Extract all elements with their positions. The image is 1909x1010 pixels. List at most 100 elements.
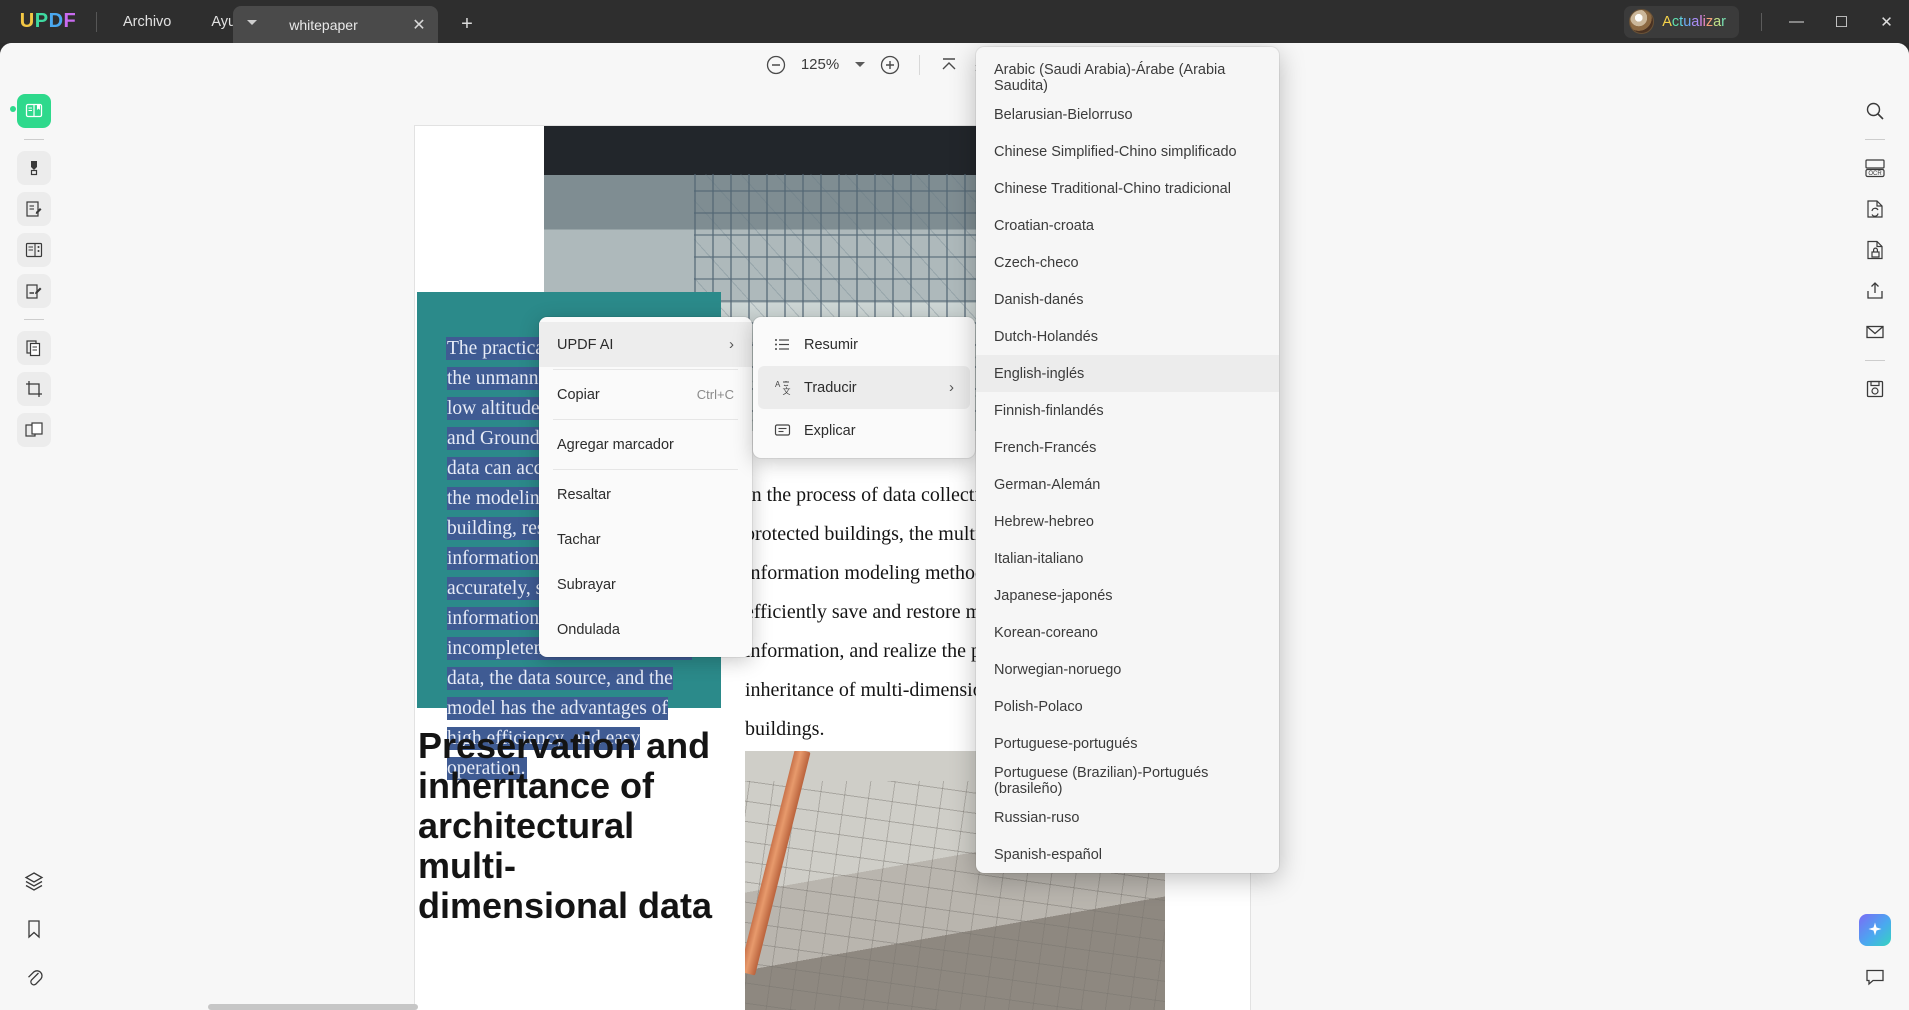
update-label: Actualizar — [1662, 13, 1726, 30]
language-dropdown[interactable]: Arabic (Saudi Arabia)-Árabe (Arabia Saud… — [976, 47, 1279, 873]
horizontal-scrollbar[interactable] — [208, 1004, 418, 1010]
tool-ocr[interactable]: OCR — [1858, 151, 1892, 185]
zoom-out-button[interactable] — [759, 48, 793, 82]
language-item[interactable]: Czech-checo — [976, 244, 1279, 281]
ai-explicar-label: Explicar — [804, 422, 856, 439]
toolbar-divider — [919, 54, 920, 75]
language-item[interactable]: Finnish-finlandés — [976, 392, 1279, 429]
tab-caret-icon[interactable] — [247, 20, 257, 25]
language-item[interactable]: Dutch-Holandés — [976, 318, 1279, 355]
language-item[interactable]: Hebrew-hebreo — [976, 503, 1279, 540]
title-bar: UPDF Archivo Ayuda whitepaper ✕ + Actual… — [0, 0, 1909, 43]
new-tab-button[interactable]: + — [452, 9, 482, 39]
ctx-tachar[interactable]: Tachar — [539, 517, 752, 562]
ctx-tachar-label: Tachar — [557, 531, 601, 548]
tool-search[interactable] — [1858, 94, 1892, 128]
sidebar-bookmarks[interactable] — [17, 912, 51, 946]
window-close-button[interactable]: ✕ — [1864, 0, 1909, 43]
document-tab[interactable]: whitepaper ✕ — [233, 6, 438, 43]
viewer-toolbar: 125% 2 / 8 — [0, 43, 1909, 86]
updf-logo: UPDF — [0, 0, 96, 43]
ctx-updf-ai-label: UPDF AI — [557, 336, 614, 353]
tab-close-icon[interactable]: ✕ — [406, 12, 432, 38]
language-item[interactable]: Danish-danés — [976, 281, 1279, 318]
sidebar-crop[interactable] — [17, 372, 51, 406]
list-lines-icon — [774, 336, 791, 353]
first-page-button[interactable] — [932, 48, 966, 82]
tool-comment[interactable] — [1858, 960, 1892, 994]
ctx-subrayar[interactable]: Subrayar — [539, 562, 752, 607]
logo-letter-f: F — [63, 10, 77, 32]
sidebar-compare[interactable] — [17, 413, 51, 447]
ai-traducir[interactable]: A文 Traducir › — [758, 366, 970, 409]
ctx-agregar-marcador-label: Agregar marcador — [557, 436, 674, 453]
language-item[interactable]: Spanish-español — [976, 836, 1279, 873]
language-item[interactable]: Polish-Polaco — [976, 688, 1279, 725]
zoom-in-button[interactable] — [873, 48, 907, 82]
tool-convert[interactable] — [1858, 192, 1892, 226]
language-item[interactable]: English-inglés — [976, 355, 1279, 392]
context-menu: UPDF AI › Copiar Ctrl+C Agregar marcador… — [539, 317, 752, 657]
right-rail-divider-2 — [1865, 360, 1885, 361]
language-item[interactable]: Portuguese-portugués — [976, 725, 1279, 762]
ai-traducir-label: Traducir — [804, 379, 857, 396]
language-item[interactable]: Italian-italiano — [976, 540, 1279, 577]
ctx-agregar-marcador[interactable]: Agregar marcador — [539, 422, 752, 467]
right-rail-divider — [1865, 139, 1885, 140]
window-divider — [1761, 12, 1762, 31]
ctx-ondulada-label: Ondulada — [557, 621, 620, 638]
sidebar-edit-pdf[interactable] — [17, 274, 51, 308]
avatar — [1629, 9, 1655, 34]
tool-protect[interactable] — [1858, 233, 1892, 267]
sidebar-organize-pages[interactable] — [17, 331, 51, 365]
menu-archivo[interactable]: Archivo — [103, 0, 191, 43]
chevron-right-icon: › — [729, 336, 734, 353]
ctx-copiar-shortcut: Ctrl+C — [696, 387, 734, 402]
ai-explicar[interactable]: Explicar — [758, 409, 970, 452]
zoom-dropdown-icon[interactable] — [847, 52, 873, 78]
language-item[interactable]: Belarusian-Bielorruso — [976, 96, 1279, 133]
sidebar-reader-mode[interactable] — [17, 94, 51, 128]
zoom-level[interactable]: 125% — [793, 56, 847, 73]
ctx-copiar-label: Copiar — [557, 386, 600, 403]
language-item[interactable]: Portuguese (Brazilian)-Portugués (brasil… — [976, 762, 1279, 799]
ctx-subrayar-label: Subrayar — [557, 576, 616, 593]
window-maximize-button[interactable]: ☐ — [1819, 0, 1864, 43]
language-item[interactable]: Russian-ruso — [976, 799, 1279, 836]
ctx-resaltar[interactable]: Resaltar — [539, 472, 752, 517]
tool-email[interactable] — [1858, 315, 1892, 349]
language-item[interactable]: Arabic (Saudi Arabia)-Árabe (Arabia Saud… — [976, 59, 1279, 96]
sidebar-annotate[interactable] — [17, 192, 51, 226]
language-item[interactable]: Croatian-croata — [976, 207, 1279, 244]
language-item[interactable]: Japanese-japonés — [976, 577, 1279, 614]
ctx-divider-2 — [553, 419, 738, 420]
language-item[interactable]: German-Alemán — [976, 466, 1279, 503]
translate-icon: A文 — [774, 379, 791, 396]
ai-resumir[interactable]: Resumir — [758, 323, 970, 366]
tab-title: whitepaper — [289, 16, 358, 33]
tool-share[interactable] — [1858, 274, 1892, 308]
sidebar-highlighter[interactable] — [17, 151, 51, 185]
language-item[interactable]: Chinese Simplified-Chino simplificado — [976, 133, 1279, 170]
document-viewport[interactable]: The practical results show that: the unm… — [68, 86, 1841, 1010]
titlebar-divider — [96, 11, 97, 32]
ctx-updf-ai[interactable]: UPDF AI › — [539, 322, 752, 367]
sidebar-page-edit[interactable] — [17, 233, 51, 267]
language-item[interactable]: Norwegian-noruego — [976, 651, 1279, 688]
tool-save-as[interactable] — [1858, 372, 1892, 406]
language-item[interactable]: Korean-coreano — [976, 614, 1279, 651]
sidebar-layers[interactable] — [17, 864, 51, 898]
window-minimize-button[interactable]: — — [1774, 0, 1819, 43]
svg-text:文: 文 — [783, 386, 791, 396]
chevron-right-icon: › — [949, 379, 954, 396]
language-item[interactable]: Chinese Traditional-Chino tradicional — [976, 170, 1279, 207]
sidebar-attachments[interactable] — [17, 960, 51, 994]
ctx-ondulada[interactable]: Ondulada — [539, 607, 752, 652]
logo-letter-u: U — [19, 10, 35, 32]
svg-text:A: A — [775, 380, 781, 389]
update-button[interactable]: Actualizar — [1624, 5, 1739, 38]
ctx-copiar[interactable]: Copiar Ctrl+C — [539, 372, 752, 417]
tool-updf-ai[interactable] — [1859, 914, 1891, 946]
ctx-divider-3 — [553, 469, 738, 470]
language-item[interactable]: French-Francés — [976, 429, 1279, 466]
